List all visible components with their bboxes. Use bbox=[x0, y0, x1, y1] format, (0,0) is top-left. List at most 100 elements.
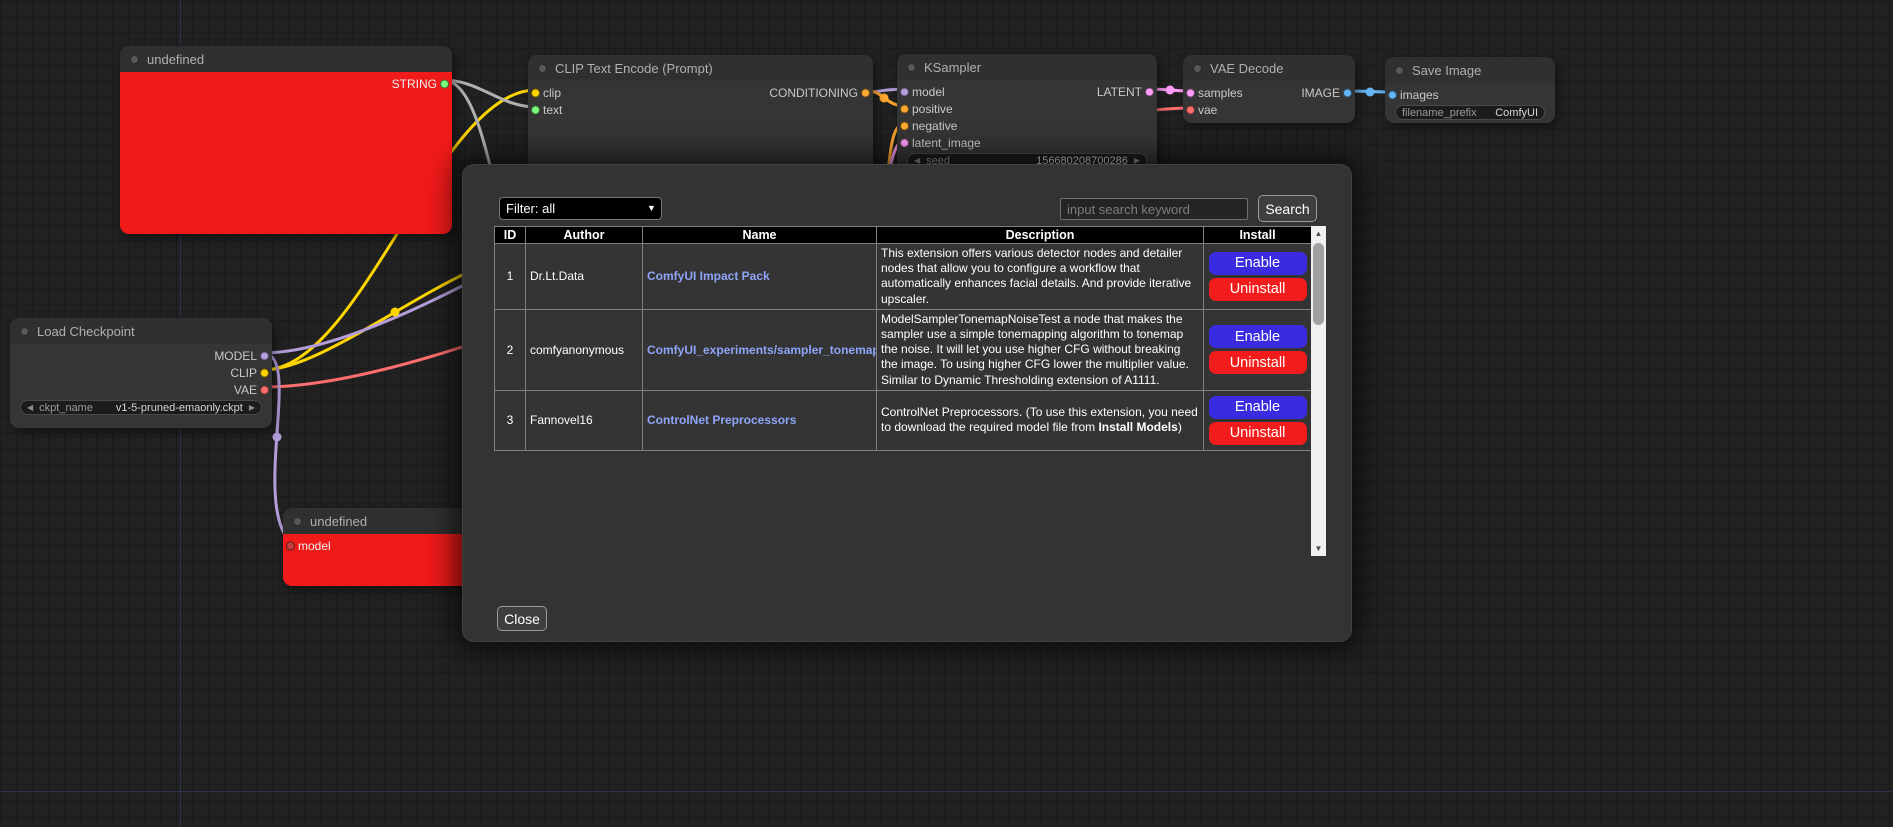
header-author: Author bbox=[526, 227, 643, 244]
filename-prefix-widget[interactable]: filename_prefix ComfyUI bbox=[1395, 105, 1545, 120]
widget-value: ComfyUI bbox=[1495, 107, 1538, 119]
slot-pin[interactable] bbox=[440, 79, 449, 88]
node-save-image[interactable]: Save Image images filename_prefix ComfyU… bbox=[1385, 57, 1555, 123]
slot-pin[interactable] bbox=[260, 368, 269, 377]
extension-description-cell: ControlNet Preprocessors. (To use this e… bbox=[877, 390, 1204, 450]
input-slot-negative[interactable]: negative bbox=[897, 117, 1157, 134]
scroll-down-icon[interactable]: ▼ bbox=[1311, 541, 1326, 556]
collapse-dot-icon[interactable] bbox=[538, 64, 547, 73]
collapse-dot-icon[interactable] bbox=[1193, 64, 1202, 73]
slot-pin[interactable] bbox=[260, 351, 269, 360]
scrollbar-thumb[interactable] bbox=[1313, 243, 1324, 325]
enable-button[interactable]: Enable bbox=[1209, 325, 1307, 348]
widget-value: v1-5-pruned-emaonly.ckpt bbox=[116, 402, 243, 414]
output-slot-vae[interactable]: VAE bbox=[10, 381, 272, 398]
slot-label: VAE bbox=[234, 383, 257, 397]
wire-string-to-text-input bbox=[443, 80, 536, 107]
input-slot-text[interactable]: text bbox=[528, 101, 873, 118]
slot-pin[interactable] bbox=[531, 105, 540, 114]
slot-label: text bbox=[543, 103, 562, 117]
collapse-dot-icon[interactable] bbox=[293, 517, 302, 526]
extension-link[interactable]: ComfyUI Impact Pack bbox=[647, 269, 770, 283]
extension-link[interactable]: ControlNet Preprocessors bbox=[647, 413, 796, 427]
output-slot-model[interactable]: MODEL bbox=[10, 347, 272, 364]
node-title: VAE Decode bbox=[1210, 61, 1283, 76]
extensions-table-body: 1Dr.Lt.DataComfyUI Impact PackThis exten… bbox=[495, 244, 1312, 451]
input-slot-model[interactable]: model bbox=[283, 537, 488, 554]
header-install: Install bbox=[1204, 227, 1312, 244]
node-title-bar[interactable]: KSampler bbox=[897, 54, 1157, 80]
extension-author-cell: Dr.Lt.Data bbox=[526, 244, 643, 310]
input-slot-vae[interactable]: vae bbox=[1183, 101, 1355, 118]
scroll-up-icon[interactable]: ▲ bbox=[1311, 226, 1326, 241]
slot-label: CONDITIONING bbox=[769, 86, 858, 100]
uninstall-button[interactable]: Uninstall bbox=[1209, 278, 1307, 301]
output-slot-string[interactable]: STRING bbox=[120, 75, 452, 92]
node-vae-decode[interactable]: VAE Decode samples vae IMAGE bbox=[1183, 55, 1355, 123]
node-title-bar[interactable]: VAE Decode bbox=[1183, 55, 1355, 81]
node-title: Save Image bbox=[1412, 63, 1481, 78]
node-load-checkpoint[interactable]: Load Checkpoint MODEL CLIP VAE ◀ ckpt_na… bbox=[10, 318, 272, 428]
node-title: undefined bbox=[147, 52, 204, 67]
input-slot-latent-image[interactable]: latent_image bbox=[897, 134, 1157, 151]
collapse-dot-icon[interactable] bbox=[1395, 66, 1404, 75]
output-slot-conditioning[interactable]: CONDITIONING bbox=[528, 84, 873, 101]
install-cell: Enable Uninstall bbox=[1204, 309, 1312, 390]
input-slot-positive[interactable]: positive bbox=[897, 100, 1157, 117]
slot-pin[interactable] bbox=[1343, 88, 1352, 97]
prev-arrow-icon[interactable]: ◀ bbox=[27, 404, 33, 412]
extension-row: 1Dr.Lt.DataComfyUI Impact PackThis exten… bbox=[495, 244, 1312, 310]
next-arrow-icon[interactable]: ▶ bbox=[249, 404, 255, 412]
uninstall-button[interactable]: Uninstall bbox=[1209, 422, 1307, 445]
node-undefined-bottom[interactable]: undefined model bbox=[283, 508, 488, 586]
slot-label: model bbox=[298, 539, 331, 553]
install-cell: Enable Uninstall bbox=[1204, 390, 1312, 450]
extension-description-cell: ModelSamplerTonemapNoiseTest a node that… bbox=[877, 309, 1204, 390]
extension-author-cell: Fannovel16 bbox=[526, 390, 643, 450]
slot-pin[interactable] bbox=[1388, 90, 1397, 99]
graph-canvas[interactable]: undefined STRING CLIP Text Encode (Promp… bbox=[0, 0, 1893, 827]
collapse-dot-icon[interactable] bbox=[907, 63, 916, 72]
extension-link[interactable]: ComfyUI_experiments/sampler_tonemap bbox=[647, 343, 877, 357]
extension-row: 3Fannovel16ControlNet PreprocessorsContr… bbox=[495, 390, 1312, 450]
slot-pin[interactable] bbox=[900, 104, 909, 113]
output-slot-image[interactable]: IMAGE bbox=[1183, 84, 1355, 101]
node-title-bar[interactable]: Save Image bbox=[1385, 57, 1555, 83]
node-title-bar[interactable]: Load Checkpoint bbox=[10, 318, 272, 344]
header-id: ID bbox=[495, 227, 526, 244]
search-button[interactable]: Search bbox=[1258, 195, 1317, 222]
extension-row: 2comfyanonymousComfyUI_experiments/sampl… bbox=[495, 309, 1312, 390]
slot-label: latent_image bbox=[912, 136, 981, 150]
search-input[interactable] bbox=[1060, 198, 1248, 220]
slot-pin[interactable] bbox=[260, 385, 269, 394]
enable-button[interactable]: Enable bbox=[1209, 252, 1307, 275]
node-undefined-top[interactable]: undefined STRING bbox=[120, 46, 452, 234]
filter-select[interactable]: Filter: all bbox=[499, 197, 662, 220]
node-title-bar[interactable]: undefined bbox=[120, 46, 452, 72]
extension-description-cell: This extension offers various detector n… bbox=[877, 244, 1204, 310]
output-slot-latent[interactable]: LATENT bbox=[897, 83, 1157, 100]
output-slot-clip[interactable]: CLIP bbox=[10, 364, 272, 381]
close-button[interactable]: Close bbox=[497, 606, 547, 631]
uninstall-button[interactable]: Uninstall bbox=[1209, 351, 1307, 374]
node-title-bar[interactable]: undefined bbox=[283, 508, 488, 534]
slot-label: images bbox=[1400, 88, 1439, 102]
enable-button[interactable]: Enable bbox=[1209, 396, 1307, 419]
slot-pin[interactable] bbox=[861, 88, 870, 97]
slot-pin[interactable] bbox=[286, 541, 295, 550]
slot-label: CLIP bbox=[230, 366, 257, 380]
input-slot-images[interactable]: images bbox=[1385, 86, 1555, 103]
header-name: Name bbox=[643, 227, 877, 244]
collapse-dot-icon[interactable] bbox=[20, 327, 29, 336]
slot-pin[interactable] bbox=[1186, 105, 1195, 114]
install-cell: Enable Uninstall bbox=[1204, 244, 1312, 310]
extension-name-cell: ComfyUI_experiments/sampler_tonemap bbox=[643, 309, 877, 390]
slot-pin[interactable] bbox=[900, 121, 909, 130]
slot-pin[interactable] bbox=[1145, 87, 1154, 96]
slot-pin[interactable] bbox=[900, 138, 909, 147]
ckpt-name-widget[interactable]: ◀ ckpt_name v1-5-pruned-emaonly.ckpt ▶ bbox=[20, 400, 262, 415]
custom-nodes-manager-dialog: Filter: all ▼ Search ID Author Name Desc… bbox=[462, 164, 1352, 642]
node-title-bar[interactable]: CLIP Text Encode (Prompt) bbox=[528, 55, 873, 81]
collapse-dot-icon[interactable] bbox=[130, 55, 139, 64]
table-scrollbar[interactable]: ▲ ▼ bbox=[1311, 226, 1326, 556]
